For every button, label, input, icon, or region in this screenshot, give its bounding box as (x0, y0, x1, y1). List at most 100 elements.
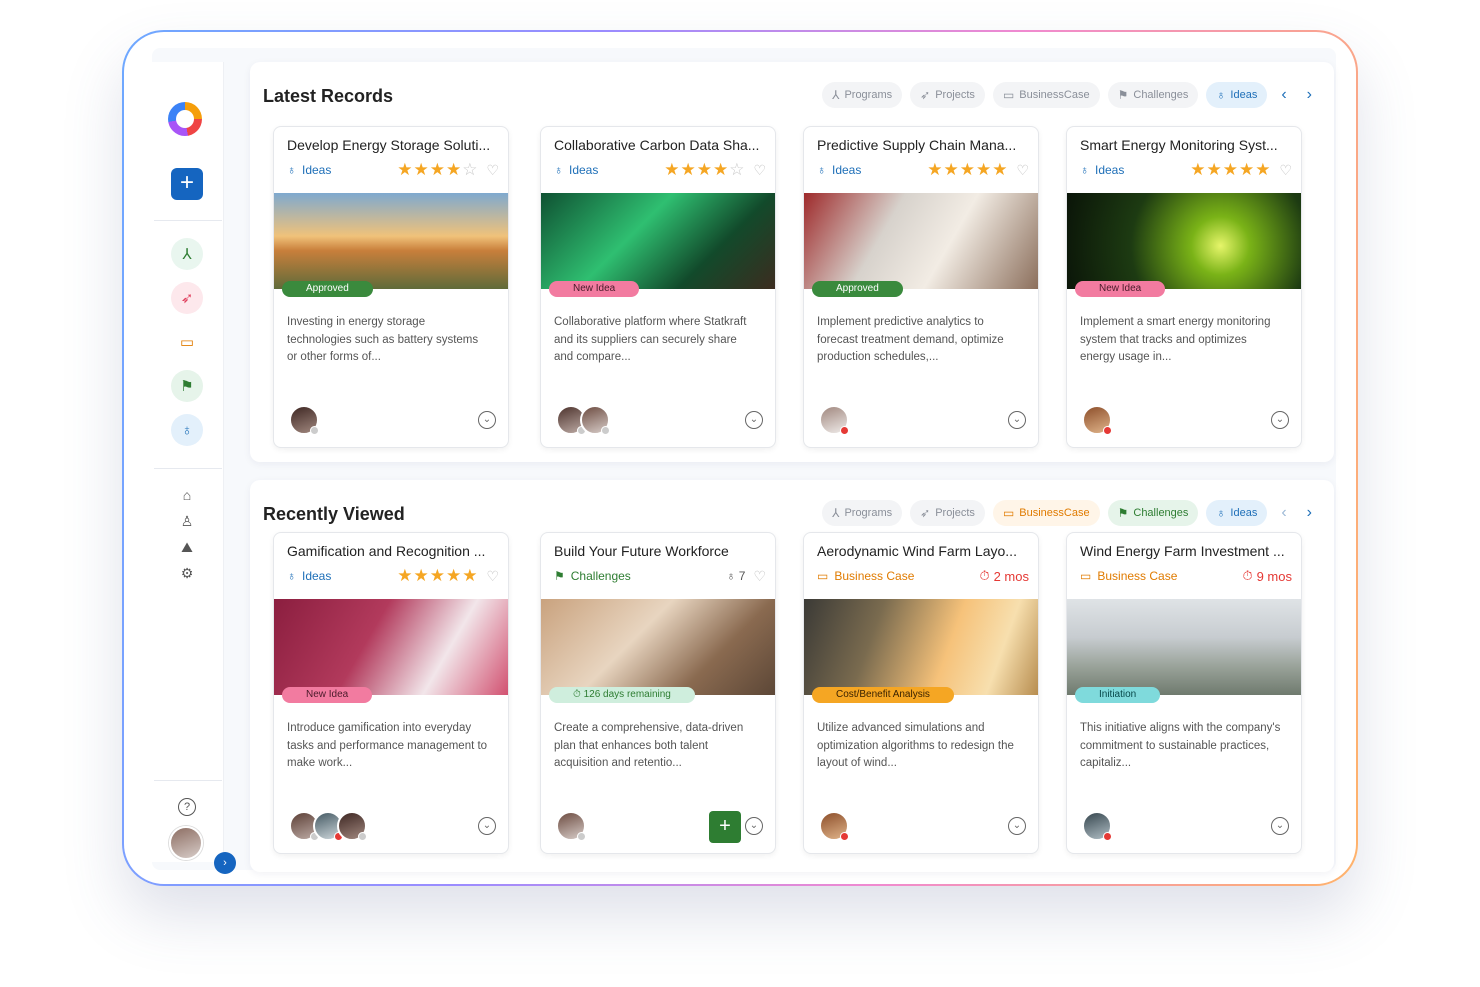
settings-icon[interactable]: ⚙ (178, 564, 196, 582)
type-label: ♁ Ideas (554, 163, 598, 177)
app-logo[interactable] (168, 102, 202, 136)
chevron-down-icon[interactable]: ⌄ (745, 817, 763, 835)
card-title[interactable]: Collaborative Carbon Data Sha... (554, 137, 766, 153)
avatar-group (1082, 811, 1112, 841)
challenges-icon: ⚑ (1117, 506, 1129, 520)
filter-business-case[interactable]: ▭ BusinessCase (992, 500, 1100, 526)
card-image (274, 193, 508, 289)
user-avatar[interactable] (169, 826, 203, 860)
projects-icon[interactable]: ➶ (171, 282, 203, 314)
add-button[interactable]: + (171, 168, 203, 200)
type-text: Ideas (569, 163, 599, 177)
app-window: + ⅄ ➶ ▭ ⚑ ♁ ⌂ ♙ ⛰ ⚙ ? › Latest Records ⅄… (152, 48, 1336, 874)
chevron-down-icon[interactable]: ⌄ (478, 411, 496, 429)
card-title[interactable]: Aerodynamic Wind Farm Layo... (817, 543, 1029, 559)
card-title[interactable]: Gamification and Recognition ... (287, 543, 499, 559)
user-icon[interactable]: ♙ (178, 512, 196, 530)
challenges-icon[interactable]: ⚑ (171, 370, 203, 402)
prev-arrow[interactable]: ‹ (1275, 86, 1292, 104)
avatar[interactable] (580, 405, 610, 435)
card-title[interactable]: Build Your Future Workforce (554, 543, 766, 559)
favorite-icon[interactable]: ♡ (753, 162, 766, 179)
avatar[interactable] (1082, 811, 1112, 841)
card-meta: ⚑ Challenges ♁ 7 ♡ (554, 567, 766, 585)
avatar[interactable] (819, 405, 849, 435)
card-title[interactable]: Predictive Supply Chain Mana... (817, 137, 1029, 153)
record-card[interactable]: Develop Energy Storage Soluti... ♁ Ideas … (273, 126, 509, 448)
chevron-down-icon[interactable]: ⌄ (1008, 411, 1026, 429)
record-card[interactable]: Collaborative Carbon Data Sha... ♁ Ideas … (540, 126, 776, 448)
record-card[interactable]: Aerodynamic Wind Farm Layo... ▭ Business … (803, 532, 1039, 854)
avatar-group (819, 811, 849, 841)
business-case-icon[interactable]: ▭ (171, 326, 203, 358)
card-meta: ♁ Ideas ★★★★☆ ♡ (287, 160, 499, 180)
filter-programs[interactable]: ⅄ Programs (822, 500, 903, 526)
record-card[interactable]: Wind Energy Farm Investment ... ▭ Busines… (1066, 532, 1302, 854)
filter-business-case[interactable]: ▭ BusinessCase (992, 82, 1100, 108)
rating-stars[interactable]: ★★★★★ (927, 160, 1008, 180)
favorite-icon[interactable]: ♡ (753, 568, 766, 585)
programs-icon[interactable]: ⅄ (171, 238, 203, 270)
status-dot (601, 426, 610, 435)
card-title[interactable]: Wind Energy Farm Investment ... (1080, 543, 1292, 559)
favorite-icon[interactable]: ♡ (486, 162, 499, 179)
card-meta: ▭ Business Case ⏱ 2 mos (817, 567, 1029, 585)
sidebar-expand-button[interactable]: › (214, 852, 236, 874)
rating-stars[interactable]: ★★★★☆ (397, 160, 478, 180)
rating-stars[interactable]: ★★★★★ (397, 566, 478, 586)
help-icon[interactable]: ? (178, 798, 196, 816)
avatar-group (556, 811, 586, 841)
chevron-down-icon[interactable]: ⌄ (1271, 411, 1289, 429)
filter-challenges[interactable]: ⚑ Challenges (1107, 500, 1199, 526)
filter-ideas[interactable]: ♁ Ideas (1206, 500, 1268, 526)
status-dot (840, 426, 849, 435)
record-card[interactable]: Gamification and Recognition ... ♁ Ideas … (273, 532, 509, 854)
record-card[interactable]: Smart Energy Monitoring Syst... ♁ Ideas ★… (1066, 126, 1302, 448)
filter-challenges[interactable]: ⚑ Challenges (1107, 82, 1199, 108)
business-case-icon: ▭ (1002, 506, 1015, 520)
avatar[interactable] (1082, 405, 1112, 435)
stars-filled: ★★★★ (664, 160, 730, 179)
card-title[interactable]: Develop Energy Storage Soluti... (287, 137, 499, 153)
card-meta: ♁ Ideas ★★★★★ ♡ (1080, 160, 1292, 180)
favorite-icon[interactable]: ♡ (1016, 162, 1029, 179)
next-arrow[interactable]: › (1301, 86, 1318, 104)
type-label: ♁ Ideas (817, 163, 861, 177)
chevron-down-icon[interactable]: ⌄ (478, 817, 496, 835)
type-text: Business Case (1097, 569, 1178, 583)
card-title[interactable]: Smart Energy Monitoring Syst... (1080, 137, 1292, 153)
ideas-icon[interactable]: ♁ (171, 414, 203, 446)
record-card[interactable]: Predictive Supply Chain Mana... ♁ Ideas ★… (803, 126, 1039, 448)
chevron-down-icon[interactable]: ⌄ (745, 411, 763, 429)
card-image (274, 599, 508, 695)
status-badge: ⏱ 126 days remaining (549, 687, 695, 703)
rating-stars[interactable]: ★★★★☆ (664, 160, 745, 180)
filter-ideas[interactable]: ♁ Ideas (1206, 82, 1268, 108)
filter-projects[interactable]: ➶ Projects (910, 82, 985, 108)
avatar[interactable] (556, 811, 586, 841)
next-arrow[interactable]: › (1301, 504, 1318, 522)
prev-arrow[interactable]: ‹ (1275, 504, 1292, 522)
home-icon[interactable]: ⌂ (178, 486, 196, 504)
avatar[interactable] (337, 811, 367, 841)
chevron-down-icon[interactable]: ⌄ (1008, 817, 1026, 835)
type-text: Ideas (302, 163, 332, 177)
status-dot (310, 426, 319, 435)
add-idea-button[interactable]: + (709, 811, 741, 843)
card-image (804, 193, 1038, 289)
avatar[interactable] (819, 811, 849, 841)
ideas-icon: ♁ (554, 163, 563, 177)
favorite-icon[interactable]: ♡ (486, 568, 499, 585)
sidebar-divider (154, 220, 222, 221)
count-value: 7 (738, 569, 746, 583)
favorite-icon[interactable]: ♡ (1279, 162, 1292, 179)
status-badge: Approved (282, 281, 373, 297)
filter-programs[interactable]: ⅄ Programs (822, 82, 903, 108)
chart-icon[interactable]: ⛰ (178, 538, 196, 556)
record-card[interactable]: Build Your Future Workforce ⚑ Challenges … (540, 532, 776, 854)
chevron-down-icon[interactable]: ⌄ (1271, 817, 1289, 835)
avatar[interactable] (289, 405, 319, 435)
rating-stars[interactable]: ★★★★★ (1190, 160, 1271, 180)
filter-projects[interactable]: ➶ Projects (910, 500, 985, 526)
type-text: Ideas (1095, 163, 1125, 177)
